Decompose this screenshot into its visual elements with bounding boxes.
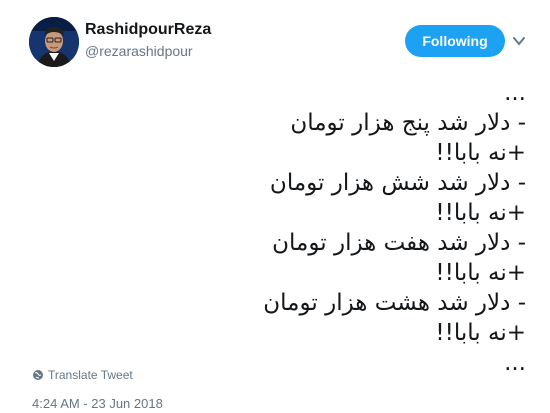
tweet-line: - دلار شد پنج هزار تومان xyxy=(290,110,526,136)
following-button[interactable]: Following xyxy=(405,25,505,57)
translate-label: Translate Tweet xyxy=(48,368,133,382)
tweet-line: - دلار شد شش هزار تومان xyxy=(269,170,526,196)
tweet-text: ... - دلار شد پنج هزار تومان +نه بابا!! … xyxy=(226,78,526,378)
tweet-timestamp[interactable]: 4:24 AM - 23 Jun 2018 xyxy=(32,396,163,411)
profile-photo xyxy=(29,17,79,67)
tweet-line: +نه بابا!! xyxy=(435,200,526,226)
tweet-line: +نه بابا!! xyxy=(435,320,526,346)
tweet-line: ... xyxy=(504,80,526,106)
tweet-line: ... xyxy=(504,350,526,376)
avatar[interactable] xyxy=(29,17,79,67)
translate-tweet-link[interactable]: Translate Tweet xyxy=(32,368,133,382)
globe-icon xyxy=(33,370,43,380)
tweet-line: +نه بابا!! xyxy=(435,260,526,286)
user-handle[interactable]: @rezarashidpour xyxy=(85,43,193,59)
tweet-line: - دلار شد هشت هزار تومان xyxy=(263,290,526,316)
display-name[interactable]: RashidpourReza xyxy=(85,21,211,39)
tweet-line: +نه بابا!! xyxy=(435,140,526,166)
chevron-down-icon[interactable] xyxy=(513,36,525,46)
tweet-line: - دلار شد هفت هزار تومان xyxy=(272,230,526,256)
